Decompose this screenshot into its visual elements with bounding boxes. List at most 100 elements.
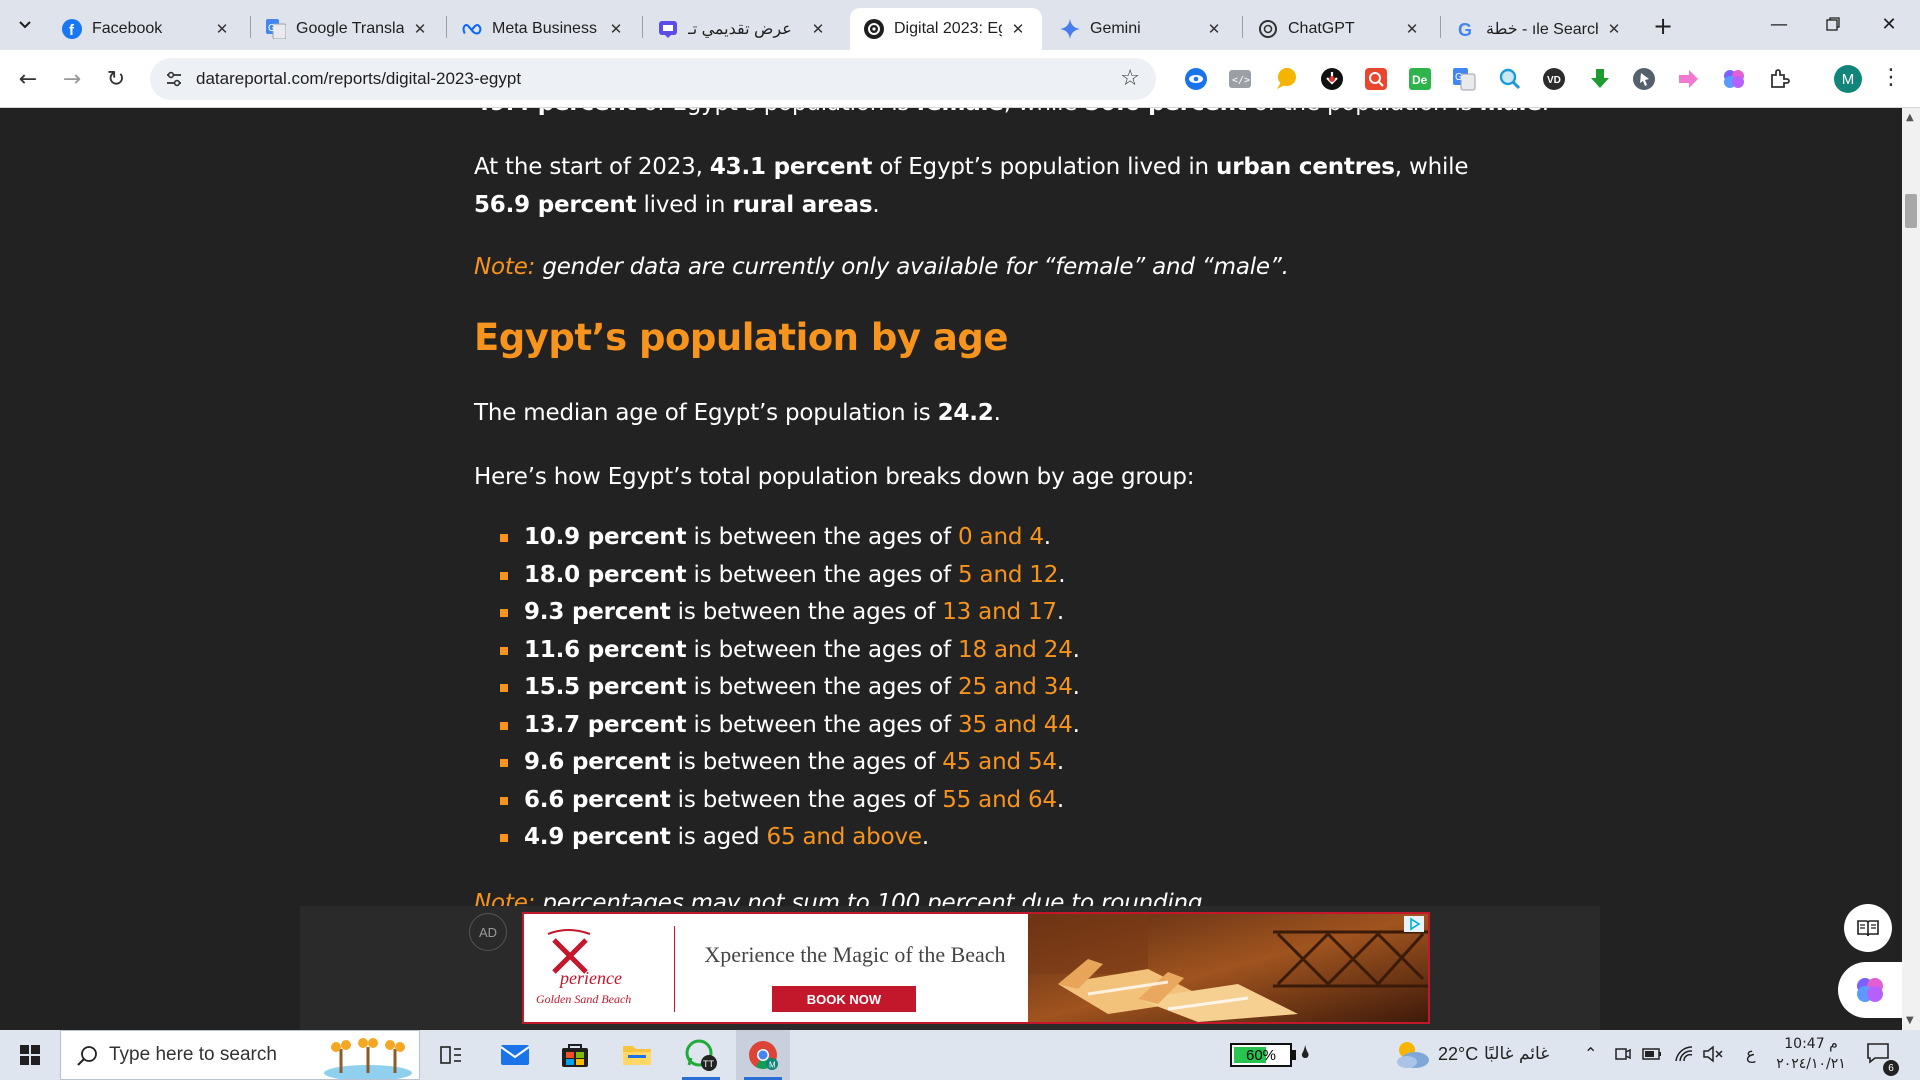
extension-download[interactable] [1318,65,1346,93]
tab-gemini[interactable]: Gemini ✕ [1046,8,1238,50]
age-range: 25 and 34 [958,674,1073,700]
bookmark-star-icon[interactable]: ☆ [1120,66,1140,91]
extension-eye[interactable] [1182,65,1210,93]
chevron-up-icon[interactable]: ⌃ [1584,1044,1597,1063]
google-translate-icon: G [266,19,286,39]
text: of Egypt’s population lived in [872,154,1217,180]
reload-button[interactable]: ↻ [100,63,132,95]
tab-close-icon[interactable]: ✕ [1204,19,1224,39]
tab-separator [642,16,643,38]
extension-cursor[interactable] [1630,65,1658,93]
tab-close-icon[interactable]: ✕ [1402,19,1422,39]
tab-close-icon[interactable]: ✕ [212,19,232,39]
age-range: 45 and 54 [942,749,1057,775]
ad-banner[interactable]: perience Golden Sand Beach Xperience the… [522,912,1430,1024]
list-item: 11.6 percent is between the ages of 18 a… [500,632,1080,670]
weather-temperature[interactable]: 22°C [1438,1044,1478,1065]
text: of the population is [1247,108,1480,116]
tab-presentation[interactable]: عرض تقديمي تـ ✕ [644,8,842,50]
volume-muted-icon[interactable] [1702,1045,1724,1063]
taskbar-mail[interactable] [488,1030,542,1080]
male-percent: 50.6 percent [1084,108,1247,116]
extension-pink[interactable] [1674,65,1702,93]
battery-percent: 60% [1245,1046,1277,1064]
tab-close-icon[interactable]: ✕ [1008,19,1028,39]
extension-chat[interactable] [1272,65,1300,93]
page-scrollbar[interactable]: ▲ ▼ [1902,108,1920,1030]
tab-search-button[interactable] [10,10,40,40]
tab-title: Meta Business Sı [492,20,600,37]
kebab-menu-icon[interactable]: ⋮ [1880,65,1902,90]
extension-green-download[interactable] [1586,65,1614,93]
text: . [1072,674,1080,700]
taskbar-store[interactable] [548,1030,602,1080]
extension-code[interactable]: </> [1226,65,1254,93]
restore-button[interactable] [1810,8,1856,40]
minimize-button[interactable]: — [1756,8,1802,40]
task-view-button[interactable] [424,1030,478,1080]
tab-meta-business[interactable]: Meta Business Sı ✕ [448,8,640,50]
scroll-down-icon[interactable]: ▼ [1906,1015,1914,1026]
text: . [1072,636,1080,663]
age-percent: 11.6 percent [524,636,687,663]
tab-digital-2023-egypt[interactable]: Digital 2023: Egy ✕ [850,8,1042,50]
taskbar-whatsapp[interactable]: TT [674,1030,728,1080]
text: The median age of Egypt’s population is [474,400,938,426]
age-intro-paragraph: Here’s how Egypt’s total population brea… [474,464,1195,490]
ad-choices-icon[interactable] [1404,916,1424,932]
taskbar-chrome[interactable]: M [736,1030,790,1080]
battery-tip [1292,1050,1296,1060]
start-button[interactable] [0,1030,60,1080]
url-text[interactable]: datareportal.com/reports/digital-2023-eg… [196,69,521,89]
extension-de[interactable]: De [1406,65,1434,93]
tab-title: عرض تقديمي تـ [688,21,792,38]
text: . [1542,108,1549,116]
list-item: 9.3 percent is between the ages of 13 an… [500,594,1080,632]
scroll-up-icon[interactable]: ▲ [1906,112,1914,123]
tab-close-icon[interactable]: ✕ [808,19,828,39]
windows-taskbar: Type here to search TT M 60% 🌢 22°C غائم… [0,1030,1920,1080]
tab-close-icon[interactable]: ✕ [606,19,626,39]
address-bar[interactable]: datareportal.com/reports/digital-2023-eg… [150,58,1156,100]
battery-indicator[interactable]: 60% [1230,1043,1292,1067]
plus-icon: + [1652,12,1674,40]
female-percent: 49.4 percent [474,108,637,116]
back-button[interactable]: ← [12,63,44,95]
extension-vd[interactable]: VD [1540,65,1568,93]
new-tab-button[interactable]: + [1649,12,1677,40]
datareportal-icon [864,19,884,39]
tab-chatgpt[interactable]: ChatGPT ✕ [1244,8,1436,50]
tab-google-translate[interactable]: G Google Translate ✕ [252,8,444,50]
taskbar-search-box[interactable]: Type here to search [60,1030,420,1080]
profile-avatar[interactable]: M [1834,65,1862,93]
battery-tray-icon[interactable] [1642,1046,1662,1062]
tab-strip: f Facebook ✕ G Google Translate ✕ Meta B… [0,0,1920,50]
weather-condition[interactable]: غائم غالبًا [1484,1044,1549,1064]
reading-mode-button[interactable] [1844,904,1892,952]
text: . [1056,786,1064,813]
text: , while [1004,108,1085,116]
wifi-icon[interactable] [1674,1045,1694,1063]
scrollbar-thumb[interactable] [1905,194,1917,228]
tab-close-icon[interactable]: ✕ [410,19,430,39]
ai-assistant-button[interactable] [1838,962,1902,1018]
taskbar-file-explorer[interactable] [610,1030,664,1080]
extension-translate[interactable]: G [1450,65,1478,93]
extension-magnifier[interactable] [1496,65,1524,93]
book-now-button[interactable]: BOOK NOW [772,986,916,1012]
close-window-button[interactable]: ✕ [1866,8,1912,40]
input-language[interactable]: ع [1746,1044,1756,1063]
meet-now-icon[interactable] [1614,1045,1632,1063]
brain-extension-icon [1724,70,1744,88]
forward-button[interactable]: → [56,63,88,95]
extensions-menu[interactable] [1766,65,1794,93]
tab-google-search[interactable]: G ﺧﻄﺔ - ıle Search ✕ [1442,8,1638,50]
bullet-icon [500,796,508,805]
system-clock[interactable]: 10:47 م ٢٠٢٤/١٠/٢١ [1776,1034,1846,1074]
tab-close-icon[interactable]: ✕ [1604,19,1624,39]
text: is aged [670,824,767,850]
site-info-icon[interactable] [164,69,184,89]
extension-brain[interactable] [1720,65,1748,93]
tab-facebook[interactable]: f Facebook ✕ [48,8,246,50]
extension-search[interactable] [1362,65,1390,93]
